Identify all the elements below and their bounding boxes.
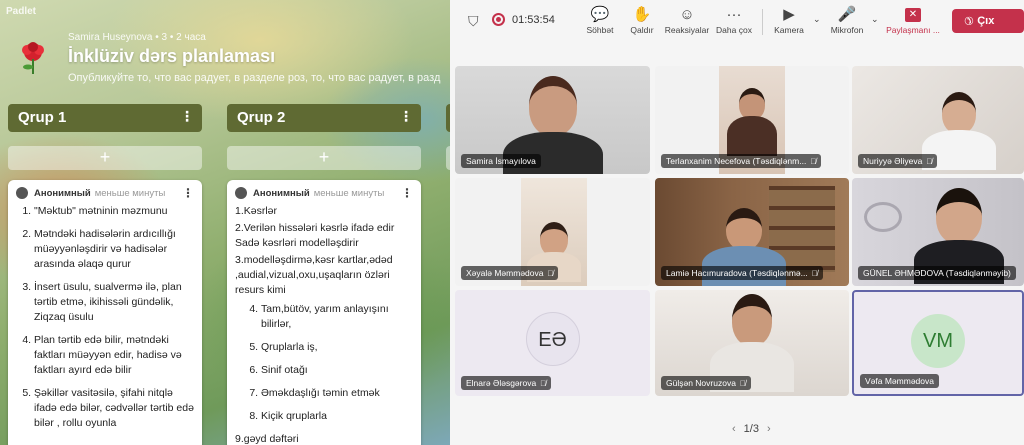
add-post-button[interactable]: + xyxy=(227,146,421,170)
chevron-down-icon[interactable]: ⌄ xyxy=(871,14,879,25)
raise-hand-button[interactable]: ✋ Qaldır xyxy=(626,5,658,35)
post-line: 3.modelləşdirmə,kəsr kartlar,ədəd ,audia… xyxy=(235,254,393,296)
smile-icon: ☺ xyxy=(679,6,695,23)
avatar-initials: EƏ xyxy=(525,312,580,366)
list-item: Mətndəki hadisələrin ardıcıllığı müəyyən… xyxy=(34,227,194,272)
list-item: "Məktub" mətninin məzmunu xyxy=(34,204,194,219)
chevron-down-icon[interactable]: ⌄ xyxy=(813,14,821,25)
chevron-left-icon[interactable]: ‹ xyxy=(732,423,736,435)
add-post-button[interactable]: + xyxy=(8,146,202,170)
mic-off-icon: 🎙̸ xyxy=(547,269,554,278)
chat-icon: 💬 xyxy=(590,6,610,23)
list-item: İnsert üsulu, sualvermə ilə, plan tərtib… xyxy=(34,280,194,325)
post-author: Анонимный xyxy=(253,187,310,199)
list-item: Tam,bütöv, yarım anlayışını bilirlər, xyxy=(261,302,413,332)
gallery-pager: ‹ 1/3 › xyxy=(724,423,779,435)
stop-sharing-button[interactable]: ✕ Paylaşmanı ... xyxy=(886,5,940,35)
mic-off-icon: 🎙̸ xyxy=(540,379,547,388)
more-icon: ··· xyxy=(726,6,742,23)
recording-icon xyxy=(492,13,505,26)
column-header-qrup-2[interactable]: Qrup 2 ⋮ xyxy=(227,104,421,132)
list-item: Plan tərtib edə bilir, mətndəki faktları… xyxy=(34,333,194,378)
column-menu-icon[interactable]: ⋮ xyxy=(399,108,413,125)
page-indicator: 1/3 xyxy=(743,423,759,435)
participant-name: Lamiə Hacımuradova (Təsdiqlənmə... 🎙̸ xyxy=(661,266,823,280)
participant-name: Terlanxanim Necefova (Təsdiqlənm... 🎙̸ xyxy=(661,154,822,168)
participant-name: Nuriyyə Əliyeva 🎙̸ xyxy=(858,154,938,168)
participant-tile[interactable]: Xəyalə Məmmədova 🎙̸ xyxy=(455,178,650,286)
post-card[interactable]: Анонимный меньше минуты ⋮ "Məktub" mətni… xyxy=(8,180,202,445)
participant-tile-active-speaker[interactable]: VM Vəfa Məmmədova xyxy=(852,290,1024,396)
post-menu-icon[interactable]: ⋮ xyxy=(182,186,194,200)
participant-name: GÜNEL ƏHMƏDOVA (Təsdiqlənməyib) xyxy=(858,266,1016,280)
meeting-toolbar: ⛉ 01:53:54 💬 Söhbət ✋ Qaldır ☺ Reaksiyal… xyxy=(450,0,1024,44)
participant-tile[interactable]: Samira İsmayılova xyxy=(455,66,650,174)
column-menu-icon[interactable]: ⋮ xyxy=(180,108,194,125)
participant-tile[interactable]: Gülşən Novruzova 🎙̸ xyxy=(655,290,849,396)
padlet-title: İnklüziv dərs planlaması xyxy=(68,46,276,66)
toolbar-divider xyxy=(762,9,763,35)
avatar xyxy=(16,187,28,199)
post-author: Анонимный xyxy=(34,187,91,199)
participant-tile[interactable]: Nuriyyə Əliyeva 🎙̸ xyxy=(852,66,1024,174)
leave-button[interactable]: ✆Çıx xyxy=(952,9,1024,33)
post-line: 2.Verilən hissələri kəsrlə ifadə edir Sa… xyxy=(235,222,395,249)
column-title: Qrup 1 xyxy=(18,109,67,126)
padlet-logo[interactable]: Padlet xyxy=(6,6,36,17)
teams-meeting-window: ⛉ 01:53:54 💬 Söhbət ✋ Qaldır ☺ Reaksiyal… xyxy=(450,0,1024,445)
camera-icon: ▶ xyxy=(783,6,795,23)
reactions-button[interactable]: ☺ Reaksiyalar xyxy=(664,5,710,35)
participant-name: Elnarə Ələsgərova 🎙̸ xyxy=(461,376,552,390)
microphone-icon: 🎤 xyxy=(837,6,857,23)
post-line: 1.Kəsrlər xyxy=(235,205,278,217)
mic-off-icon: 🎙̸ xyxy=(739,379,746,388)
mic-off-icon: 🎙̸ xyxy=(811,269,818,278)
participant-tile[interactable]: Lamiə Hacımuradova (Təsdiqlənmə... 🎙̸ xyxy=(655,178,849,286)
rose-icon xyxy=(22,42,44,74)
post-time: меньше минуты xyxy=(313,187,385,199)
phone-icon: ✆ xyxy=(960,12,976,28)
column-header-qrup-1[interactable]: Qrup 1 ⋮ xyxy=(8,104,202,132)
padlet-board: Padlet Samira Huseynova • 3 • 2 часа İnk… xyxy=(0,0,450,445)
participant-tile[interactable]: Terlanxanim Necefova (Təsdiqlənm... 🎙̸ xyxy=(655,66,849,174)
more-button[interactable]: ··· Daha çox xyxy=(714,5,754,35)
list-item: Qruplarla iş, xyxy=(261,340,413,355)
post-time: меньше минуты xyxy=(94,187,166,199)
post-line: 9.gəyd dəftəri xyxy=(235,433,299,445)
avatar-initials: VM xyxy=(911,314,965,368)
stop-share-icon: ✕ xyxy=(905,8,921,22)
list-item: Əməkdaşlığı təmin etmək xyxy=(261,386,413,401)
mic-off-icon: 🎙̸ xyxy=(926,157,933,166)
column-title: Qrup 2 xyxy=(237,109,286,126)
shield-icon[interactable]: ⛉ xyxy=(468,13,479,30)
microphone-button[interactable]: 🎤 Mikrofon xyxy=(828,5,866,35)
chat-button[interactable]: 💬 Söhbət xyxy=(584,5,616,35)
list-item: Kiçik qruplarla xyxy=(261,409,413,424)
participant-name: Vəfa Məmmədova xyxy=(860,374,939,388)
meeting-timer: 01:53:54 xyxy=(512,14,555,26)
chevron-right-icon[interactable]: › xyxy=(767,423,771,435)
participant-tile[interactable]: EƏ Elnarə Ələsgərova 🎙̸ xyxy=(455,290,650,396)
mic-off-icon: 🎙̸ xyxy=(810,157,817,166)
padlet-author-line: Samira Huseynova • 3 • 2 часа xyxy=(68,32,206,43)
post-menu-icon[interactable]: ⋮ xyxy=(401,186,413,200)
participant-name: Xəyalə Məmmədova 🎙̸ xyxy=(461,266,559,280)
participant-name: Samira İsmayılova xyxy=(461,154,541,168)
participant-tile[interactable]: GÜNEL ƏHMƏDOVA (Təsdiqlənməyib) xyxy=(852,178,1024,286)
camera-button[interactable]: ▶ Kamera xyxy=(772,5,806,35)
list-item: Şəkillər vasitəsilə, şifahi nitqlə ifadə… xyxy=(34,386,194,431)
raise-hand-icon: ✋ xyxy=(632,6,652,23)
padlet-subtitle: Опубликуйте то, что вас радует, в раздел… xyxy=(68,72,441,84)
list-item: Sinif otağı xyxy=(261,363,413,378)
post-card[interactable]: Анонимный меньше минуты ⋮ 1.Kəsrlər 2.Ve… xyxy=(227,180,421,445)
participant-name: Gülşən Novruzova 🎙̸ xyxy=(661,376,751,390)
avatar xyxy=(235,187,247,199)
